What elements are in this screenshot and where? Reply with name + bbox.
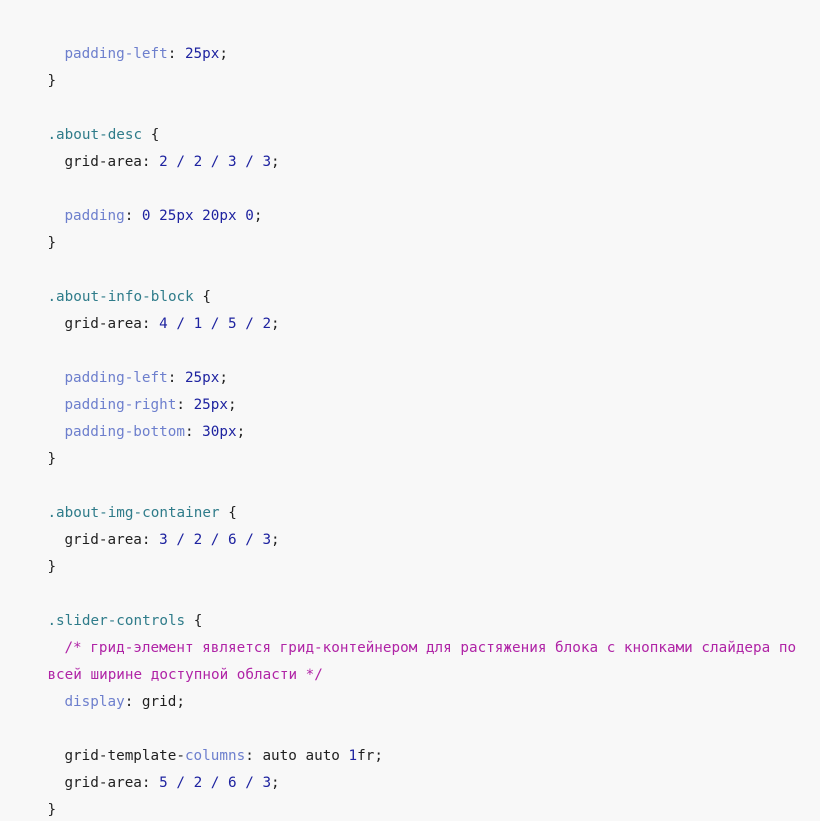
css-property: padding-bottom [64,424,185,440]
css-property: padding-left [64,46,168,62]
slash: / [176,532,185,548]
colon: : [124,694,134,710]
semicolon: ; [271,532,280,548]
semicolon: ; [271,154,280,170]
css-value: 4 [159,316,168,332]
css-value: 30px [202,424,237,440]
colon: : [141,775,151,791]
colon: : [124,208,134,224]
code-line: .about-info-block { [13,257,211,305]
close-brace: } [47,235,57,251]
semicolon: ; [374,748,383,764]
slash: / [245,532,254,548]
code-line: .slider-controls { [13,581,202,629]
css-value: 6 [228,532,237,548]
css-value: 5 [228,316,237,332]
css-value: 3 [159,532,168,548]
close-brace: } [47,802,57,818]
code-line: grid-area: 4 / 1 / 5 / 2; [13,284,279,332]
slash: / [176,775,185,791]
colon: : [141,532,151,548]
slash: / [210,316,220,332]
semicolon: ; [236,424,246,440]
colon: : [141,316,151,332]
code-line: grid-area: 2 / 2 / 3 / 3; [13,122,279,170]
css-value: 2 [193,775,203,791]
code-line: /* грид-элемент является грид-контейнеро… [13,608,796,656]
css-property: grid-area [64,316,142,332]
code-line: .about-img-container { [13,473,236,521]
close-brace: } [47,559,57,575]
css-value: 1 [193,316,203,332]
css-value: 0 25px 20px 0 [141,208,254,224]
css-value: 6 [228,775,237,791]
code-line: grid-area: 5 / 2 / 6 / 3; [13,743,279,791]
css-value: 3 [262,532,272,548]
code-line: padding-bottom: 30px; [13,392,245,440]
css-value: 25px [184,46,220,62]
slash: / [245,154,254,170]
code-line: } [13,770,56,818]
css-value: 3 [262,154,272,170]
slash: / [210,775,220,791]
close-brace: } [47,73,57,89]
css-value: 1 [348,748,358,764]
code-line: grid-template-columns: auto auto 1fr; [13,716,383,764]
css-value: grid [141,694,177,710]
css-value: 2 [193,154,203,170]
semicolon: ; [176,694,185,710]
slash: / [245,775,254,791]
code-line: всей ширине доступной области */ [13,635,322,683]
slash: / [245,316,254,332]
css-value: 5 [159,775,168,791]
code-line: } [13,203,56,251]
code-line: .about-desc { [13,95,159,143]
css-value: 3 [262,775,272,791]
code-line: padding-right: 25px; [13,365,236,413]
code-line: padding-left: 25px; [13,14,228,62]
code-line: grid-area: 3 / 2 / 6 / 3; [13,500,279,548]
code-line: } [13,41,56,89]
semicolon: ; [271,775,280,791]
css-value: fr [357,748,375,764]
code-line: display: grid; [13,662,185,710]
css-property: grid-area [64,775,142,791]
css-property: padding [64,208,125,224]
code-line: padding: 0 25px 20px 0; [13,176,262,224]
colon: : [141,154,151,170]
colon: : [184,424,194,440]
slash: / [210,532,220,548]
semicolon: ; [253,208,263,224]
css-property: grid-area [64,532,142,548]
css-value: 2 [193,532,203,548]
css-value: 3 [228,154,237,170]
css-value: 2 [262,316,272,332]
css-value: 2 [159,154,168,170]
colon: : [167,46,177,62]
close-brace: } [47,451,57,467]
css-property: display [64,694,125,710]
slash: / [176,154,185,170]
slash: / [176,316,185,332]
semicolon: ; [219,46,228,62]
code-line: padding-left: 25px; [13,338,228,386]
code-block: padding-left: 25px; } .about-desc { grid… [0,0,820,821]
semicolon: ; [271,316,280,332]
slash: / [210,154,220,170]
code-line: } [13,419,56,467]
code-line: } [13,527,56,575]
css-property: grid-area [64,154,142,170]
